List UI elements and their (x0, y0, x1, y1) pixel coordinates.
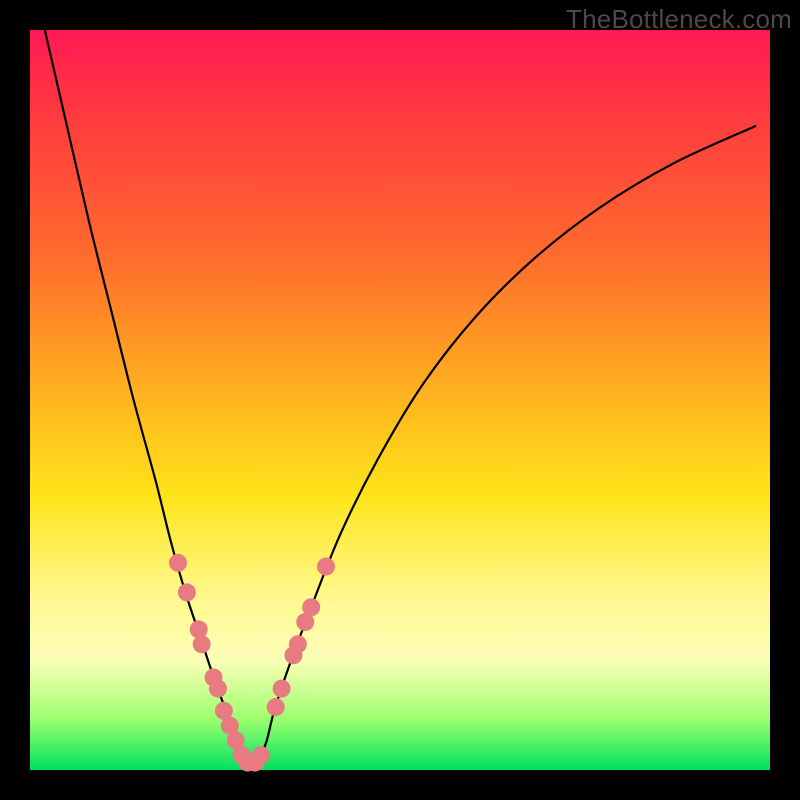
highlight-point (193, 635, 211, 653)
chart-svg (30, 30, 770, 770)
highlight-point (209, 680, 227, 698)
highlight-point (190, 620, 208, 638)
highlight-point (267, 698, 285, 716)
highlight-point (302, 598, 320, 616)
plot-area (30, 30, 770, 770)
chart-frame: TheBottleneck.com (0, 0, 800, 800)
bottleneck-curve (45, 30, 755, 770)
highlight-point (178, 583, 196, 601)
highlight-points (169, 554, 335, 772)
highlight-point (273, 680, 291, 698)
highlight-point (289, 635, 307, 653)
highlight-point (252, 746, 270, 764)
highlight-point (317, 558, 335, 576)
highlight-point (169, 554, 187, 572)
watermark-text: TheBottleneck.com (566, 4, 792, 35)
